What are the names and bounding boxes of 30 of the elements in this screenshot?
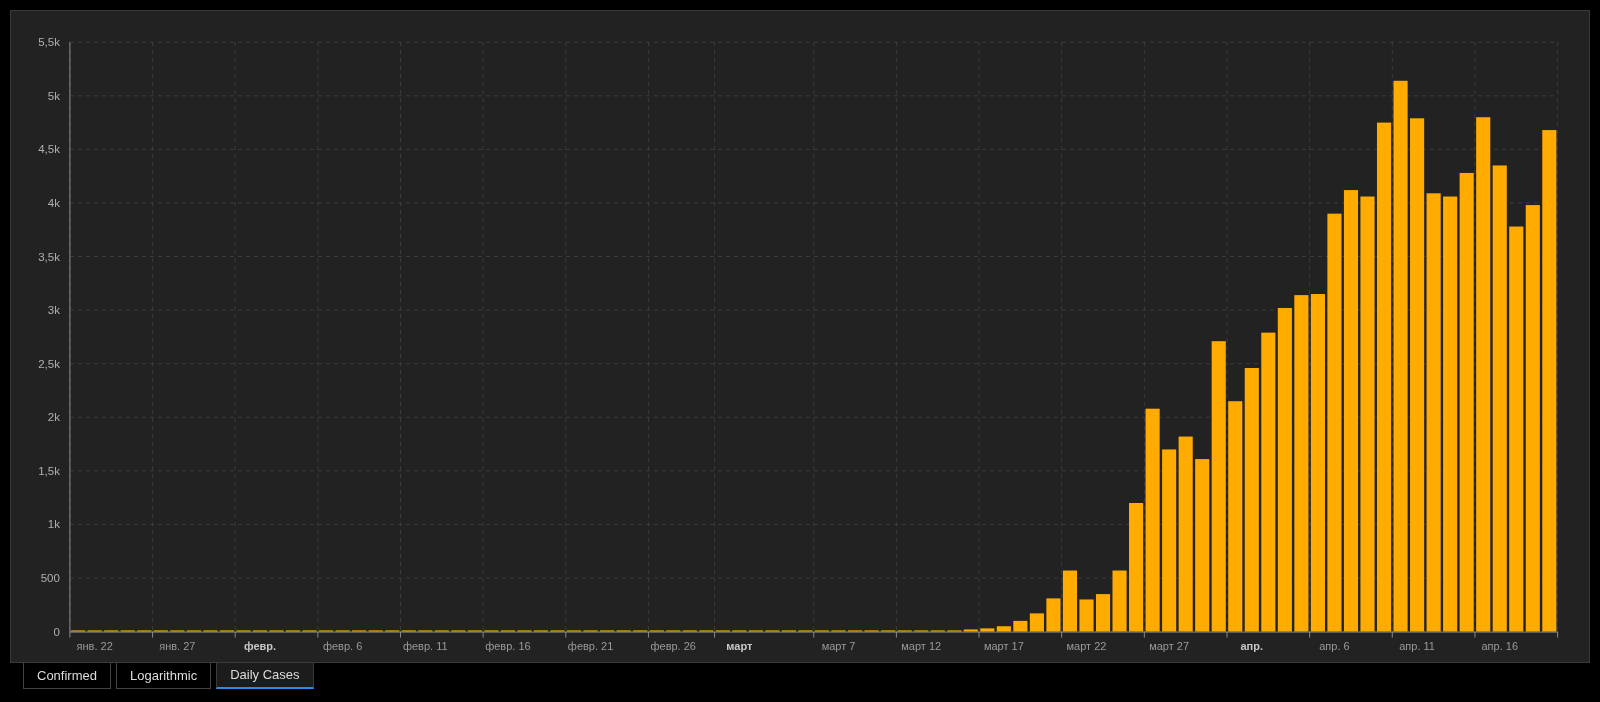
axis-label: март 17 — [983, 638, 1024, 654]
axis-label: февр. 11 — [402, 638, 448, 654]
axis-label: апр. 6 — [1319, 638, 1350, 654]
axis-label: 3,5k — [38, 250, 60, 263]
axis-label: янв. 27 — [159, 638, 196, 654]
axis-label: март — [726, 638, 753, 654]
axis-label: апр. — [1240, 638, 1264, 654]
axis-label: март 7 — [821, 638, 856, 654]
axis-label: 500 — [40, 572, 60, 584]
axis-label: март 22 — [1066, 638, 1107, 654]
axis-label: апр. 16 — [1481, 638, 1518, 654]
axis-label: февр. 26 — [650, 638, 696, 654]
axis-label: март 12 — [901, 638, 942, 654]
axis-label: февр. 6 — [322, 638, 363, 654]
axis-label: февр. 16 — [485, 638, 531, 654]
axis-label: 0 — [53, 625, 60, 638]
axis-label: февр. 21 — [567, 638, 614, 654]
axis-label: янв. 22 — [76, 638, 113, 654]
axis-label: 5,5k — [38, 36, 60, 49]
axis-label: 2k — [47, 411, 60, 424]
axis-label: 5k — [47, 89, 60, 102]
axis-label: март 27 — [1149, 638, 1190, 654]
axis-label: февр. — [243, 638, 277, 654]
axis-label: 1k — [47, 518, 60, 531]
axis-label: 4,5k — [38, 143, 60, 156]
axis-label: апр. 11 — [1399, 638, 1435, 654]
axis-label: 3k — [47, 304, 60, 317]
axis-label: 1,5k — [38, 464, 60, 477]
axis-label: 2,5k — [38, 357, 60, 370]
axis-label: 4k — [47, 196, 60, 209]
